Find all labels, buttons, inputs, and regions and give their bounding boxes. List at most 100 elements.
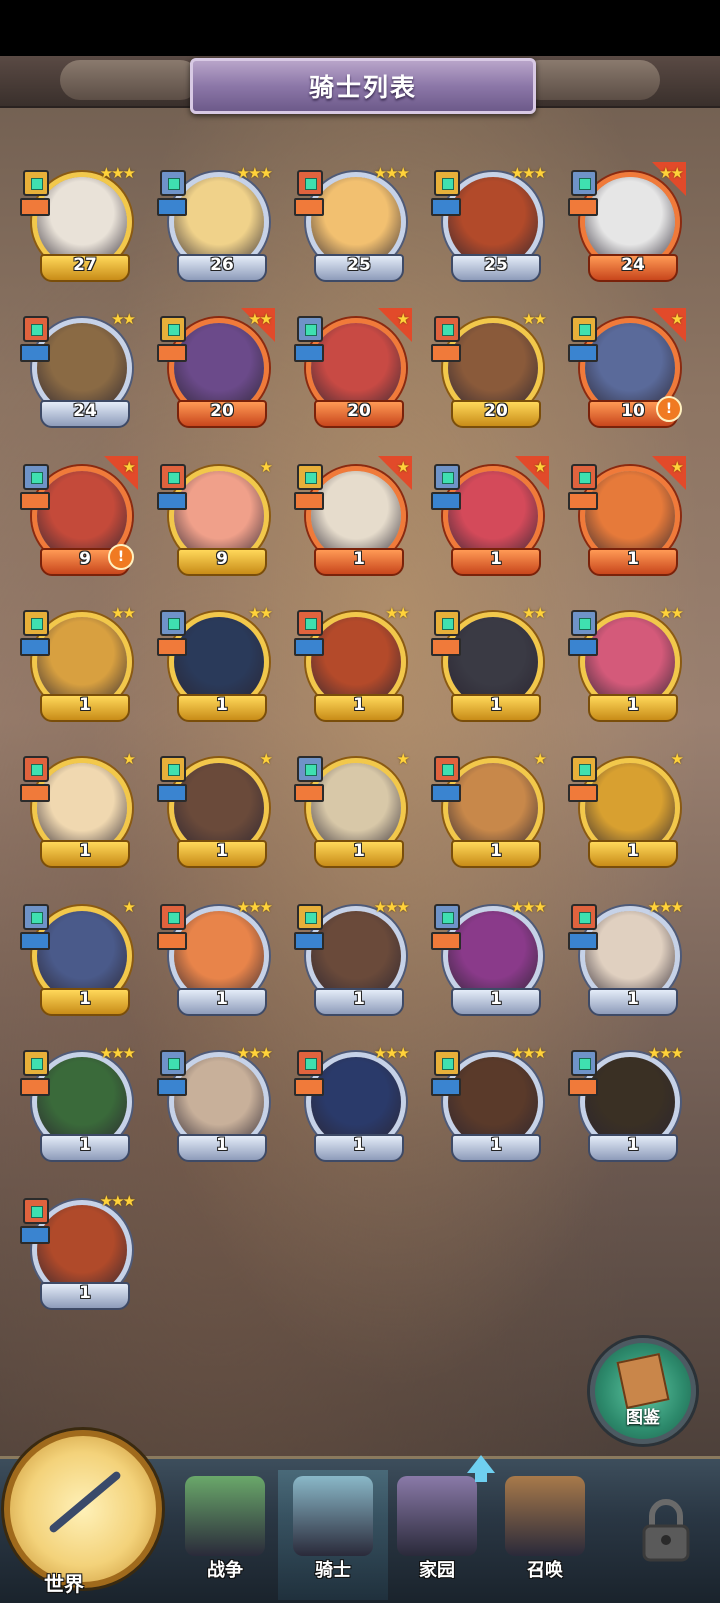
- hero-card[interactable]: 1 ★★★: [294, 898, 412, 1018]
- hero-card[interactable]: 1 ★: [431, 750, 549, 870]
- hero-card[interactable]: 1 ★★★: [431, 1044, 549, 1164]
- star-rating: ★★: [385, 604, 410, 622]
- class-icon: [434, 316, 460, 342]
- class-icon: [297, 756, 323, 782]
- hero-card[interactable]: 1 ★★★: [568, 1044, 686, 1164]
- hero-card[interactable]: 1 ★: [157, 750, 275, 870]
- star-rating: ★: [396, 310, 411, 328]
- weapon-icon: [431, 638, 461, 656]
- hero-level: 1: [627, 549, 639, 569]
- nav-summon[interactable]: 召唤: [490, 1470, 600, 1600]
- star-rating: ★★★: [236, 898, 273, 916]
- weapon-icon: [431, 492, 461, 510]
- weapon-icon: [568, 198, 598, 216]
- star-rating: ★: [259, 750, 274, 768]
- hero-card[interactable]: 1 ★: [568, 456, 686, 578]
- hero-level: 1: [353, 695, 365, 715]
- star-rating: ★★★: [373, 898, 410, 916]
- nav-home[interactable]: 家园: [382, 1470, 492, 1600]
- hero-card[interactable]: 20 ★★: [431, 310, 549, 430]
- hero-card[interactable]: 1 ★★★: [20, 1192, 138, 1312]
- hero-card[interactable]: 24 ★★: [568, 162, 686, 284]
- star-rating: ★★★: [373, 1044, 410, 1062]
- hero-grid: 27 ★★★ 26 ★★★ 25 ★★★ 25 ★★★ 24 ★★ 24 ★★ 20 ★★ 20 ★ 20 ★★ 1…: [0, 0, 720, 1400]
- train-icon: [505, 1476, 585, 1556]
- star-rating: ★★★: [510, 164, 547, 182]
- weapon-icon: [20, 1078, 50, 1096]
- hero-card[interactable]: 27 ★★★: [20, 164, 138, 284]
- hero-card[interactable]: 1 ★★★: [157, 898, 275, 1018]
- hero-level: 1: [627, 695, 639, 715]
- hero-level: 20: [484, 401, 508, 421]
- hero-card[interactable]: 25 ★★★: [431, 164, 549, 284]
- weapon-icon: [568, 492, 598, 510]
- hero-level: 25: [484, 255, 508, 275]
- hero-card[interactable]: 9 ★: [157, 458, 275, 578]
- class-icon: [434, 170, 460, 196]
- weapon-icon: [20, 932, 50, 950]
- map-icon: [185, 1476, 265, 1556]
- hero-card[interactable]: 10 ★!: [568, 308, 686, 430]
- lock-icon[interactable]: [636, 1496, 696, 1566]
- hero-card[interactable]: 26 ★★★: [157, 164, 275, 284]
- hero-card[interactable]: 1 ★★★: [568, 898, 686, 1018]
- class-icon: [297, 610, 323, 636]
- hero-level: 1: [490, 695, 502, 715]
- class-icon: [571, 1050, 597, 1076]
- hero-card[interactable]: 1 ★★: [568, 604, 686, 724]
- hero-level: 1: [216, 989, 228, 1009]
- star-rating: ★★★: [647, 1044, 684, 1062]
- class-icon: [297, 316, 323, 342]
- weapon-icon: [431, 198, 461, 216]
- hero-card[interactable]: 9 ★!: [20, 456, 138, 578]
- weapon-icon: [568, 784, 598, 802]
- class-icon: [23, 904, 49, 930]
- hero-level: 24: [73, 401, 97, 421]
- class-icon: [571, 170, 597, 196]
- star-rating: ★★★: [647, 898, 684, 916]
- weapon-icon: [20, 784, 50, 802]
- alert-icon: !: [108, 544, 134, 570]
- hero-card[interactable]: 25 ★★★: [294, 164, 412, 284]
- hero-card[interactable]: 1 ★★★: [431, 898, 549, 1018]
- class-icon: [160, 904, 186, 930]
- hero-level: 1: [627, 989, 639, 1009]
- hero-card[interactable]: 1 ★★: [157, 604, 275, 724]
- book-icon: [616, 1352, 670, 1410]
- hero-level: 1: [79, 841, 91, 861]
- weapon-icon: [568, 932, 598, 950]
- class-icon: [160, 464, 186, 490]
- hero-card[interactable]: 1 ★: [20, 750, 138, 870]
- weapon-icon: [294, 492, 324, 510]
- nav-war[interactable]: 战争: [170, 1470, 280, 1600]
- hero-card[interactable]: 1 ★: [294, 750, 412, 870]
- hero-card[interactable]: 1 ★: [431, 456, 549, 578]
- nav-knights[interactable]: 骑士: [278, 1470, 388, 1600]
- hero-card[interactable]: 24 ★★: [20, 310, 138, 430]
- hero-card[interactable]: 1 ★★★: [20, 1044, 138, 1164]
- hero-card[interactable]: 1 ★★: [431, 604, 549, 724]
- class-icon: [23, 610, 49, 636]
- hero-card[interactable]: 1 ★: [568, 750, 686, 870]
- weapon-icon: [157, 1078, 187, 1096]
- hero-card[interactable]: 20 ★: [294, 308, 412, 430]
- catalog-button[interactable]: 图鉴: [590, 1338, 696, 1444]
- hero-card[interactable]: 1 ★★: [294, 604, 412, 724]
- weapon-icon: [568, 638, 598, 656]
- star-rating: ★★★: [99, 1044, 136, 1062]
- compass-icon: [4, 1430, 162, 1588]
- hero-card[interactable]: 1 ★★★: [157, 1044, 275, 1164]
- hero-card[interactable]: 1 ★: [20, 898, 138, 1018]
- star-rating: ★★★: [99, 1192, 136, 1210]
- hero-card[interactable]: 1 ★★★: [294, 1044, 412, 1164]
- hero-card[interactable]: 1 ★★: [20, 604, 138, 724]
- class-icon: [23, 316, 49, 342]
- class-icon: [23, 170, 49, 196]
- knight-icon: [293, 1476, 373, 1556]
- hero-card[interactable]: 20 ★★: [157, 308, 275, 430]
- hero-level: 1: [79, 695, 91, 715]
- weapon-icon: [20, 638, 50, 656]
- weapon-icon: [157, 344, 187, 362]
- hero-card[interactable]: 1 ★: [294, 456, 412, 578]
- star-rating: ★★: [111, 310, 136, 328]
